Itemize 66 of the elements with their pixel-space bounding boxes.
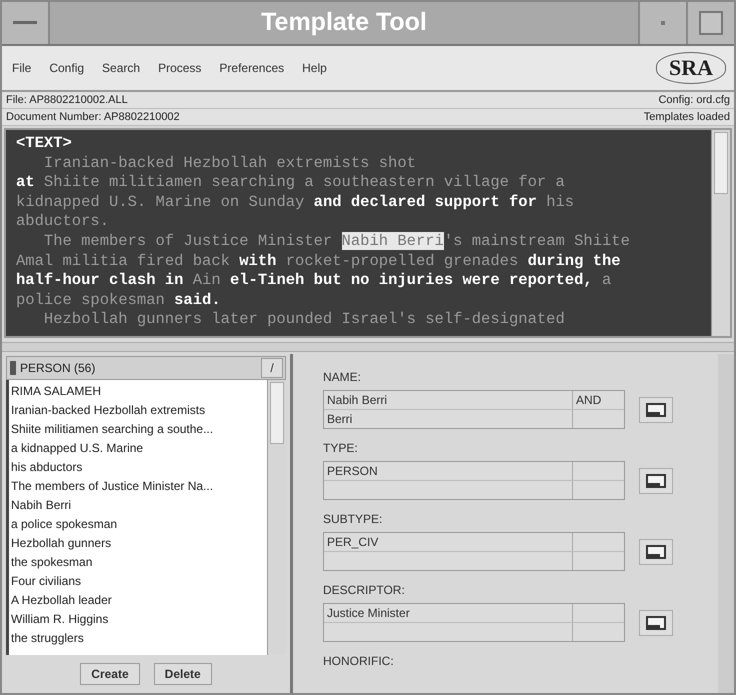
text-line: <TEXT> bbox=[16, 134, 73, 154]
list-item[interactable]: a kidnapped U.S. Marine bbox=[9, 439, 267, 458]
text-line: Amal militia fired back with rocket-propelled grenades during the bbox=[16, 252, 622, 272]
scrollbar[interactable] bbox=[711, 130, 730, 336]
slot-field[interactable]: Justice Minister bbox=[323, 603, 625, 642]
list-item[interactable]: RIMA SALAMEH bbox=[9, 382, 267, 401]
list-item[interactable]: Nabih Berri bbox=[9, 496, 267, 515]
text-line: The members of Justice Minister Nabih Berri's mainstream Shiite bbox=[42, 232, 631, 252]
slot-label: SUBTYPE: bbox=[323, 512, 384, 526]
text-line: Hezbollah gunners later pounded Israel's self-designated bbox=[42, 310, 566, 330]
slot-field[interactable]: PER_CIV bbox=[323, 532, 625, 571]
list-header: PERSON (56) bbox=[20, 361, 96, 375]
text-line: half-hour clash in Ain el-Tineh but no injuries were reported, a bbox=[16, 271, 612, 291]
slot-label: HONORIFIC: bbox=[323, 654, 395, 668]
list-item[interactable]: a police spokesman bbox=[9, 515, 267, 534]
logo: SRA bbox=[656, 52, 726, 84]
menu-item[interactable]: Config bbox=[47, 59, 86, 77]
square-icon bbox=[699, 11, 723, 35]
list-item[interactable]: William R. Higgins bbox=[9, 610, 267, 629]
maximize-button[interactable] bbox=[686, 2, 734, 44]
slot-field[interactable]: PERSON bbox=[323, 461, 625, 500]
window-icon bbox=[646, 616, 666, 630]
list-item[interactable]: Hezbollah gunners bbox=[9, 534, 267, 553]
text-line: kidnapped U.S. Marine on Sunday and declared support for his bbox=[16, 192, 576, 212]
slot-label: NAME: bbox=[323, 370, 362, 384]
list-item[interactable]: Iranian-backed Hezbollah extremists bbox=[9, 401, 267, 420]
window-icon bbox=[646, 402, 666, 416]
splitter-bar[interactable] bbox=[2, 342, 734, 352]
window-menu-button[interactable] bbox=[2, 2, 50, 44]
info-text: Config: ord.cfg bbox=[658, 94, 730, 106]
window-icon bbox=[646, 544, 666, 558]
document-text-area[interactable] bbox=[6, 130, 711, 336]
menu-item[interactable]: Search bbox=[100, 59, 142, 77]
marker-icon bbox=[10, 361, 16, 375]
menu-item[interactable]: Help bbox=[300, 59, 329, 77]
slot-label: TYPE: bbox=[323, 441, 359, 455]
dash-icon bbox=[13, 21, 37, 25]
text-line: Iranian-backed Hezbollah extremists shot bbox=[42, 154, 417, 174]
info-text: File: AP8802210002.ALL bbox=[6, 94, 128, 106]
edit-button[interactable] bbox=[639, 396, 673, 422]
text-line: police spokesman said. bbox=[16, 290, 222, 310]
text-line: abductors. bbox=[16, 212, 110, 232]
text-line: at Shiite militiamen searching a southeastern village for a bbox=[16, 173, 566, 193]
list-item[interactable]: his abductors bbox=[9, 458, 267, 477]
list-item[interactable]: Four civilians bbox=[9, 572, 267, 591]
menu-item[interactable]: Process bbox=[156, 59, 204, 77]
edit-button[interactable] bbox=[639, 538, 673, 564]
edit-button[interactable] bbox=[639, 610, 673, 636]
list-item[interactable]: The members of Justice Minister Na... bbox=[9, 477, 267, 496]
dropdown-button[interactable]: / bbox=[261, 358, 283, 378]
minimize-button[interactable] bbox=[638, 2, 686, 44]
info-text: Templates loaded bbox=[644, 111, 730, 123]
list-item[interactable]: Shiite militiamen searching a southe... bbox=[9, 420, 267, 439]
list-item[interactable]: the spokesman bbox=[9, 553, 267, 572]
menu-item[interactable]: Preferences bbox=[217, 59, 286, 77]
menu-item[interactable]: File bbox=[10, 59, 34, 77]
list-item[interactable]: A Hezbollah leader bbox=[9, 591, 267, 610]
window-title: Template Tool bbox=[260, 7, 428, 38]
window-icon bbox=[646, 474, 666, 488]
edit-button[interactable] bbox=[639, 468, 673, 494]
slot-label: DESCRIPTOR: bbox=[323, 583, 406, 597]
info-text: Document Number: AP8802210002 bbox=[6, 111, 180, 123]
action-button[interactable]: Create bbox=[80, 663, 140, 685]
list-item[interactable]: the strugglers bbox=[9, 629, 267, 648]
action-button[interactable]: Delete bbox=[154, 663, 212, 685]
slot-field[interactable]: Nabih Berri AND Berri bbox=[323, 390, 625, 429]
